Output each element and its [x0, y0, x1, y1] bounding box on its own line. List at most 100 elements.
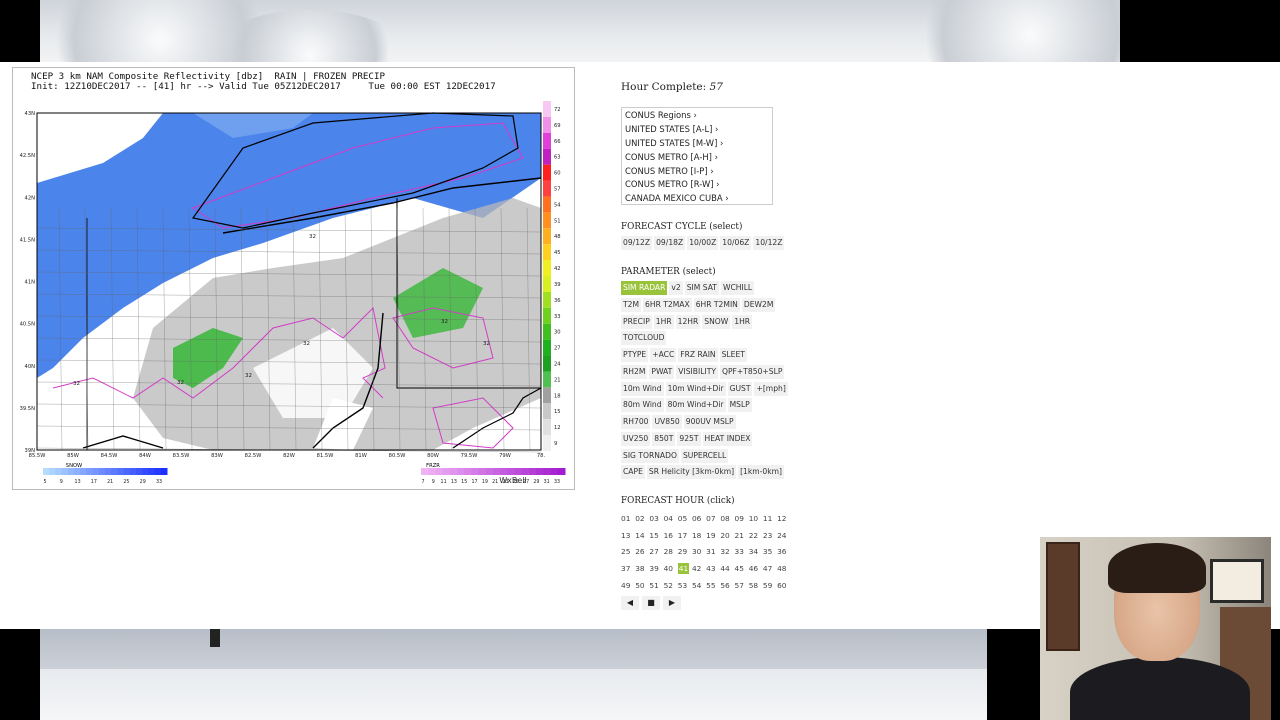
forecast-hour-cell[interactable]: 03 — [649, 511, 663, 528]
parameter-button[interactable]: CAPE — [621, 465, 645, 480]
forecast-hour-cell[interactable]: 53 — [678, 578, 692, 595]
parameter-button[interactable]: SUPERCELL — [680, 448, 729, 463]
parameter-button[interactable]: TOTCLOUD — [621, 331, 667, 346]
parameter-button[interactable]: PTYPE — [621, 348, 649, 362]
forecast-hour-cell[interactable]: 57 — [735, 578, 749, 595]
forecast-hour-cell[interactable]: 11 — [763, 511, 777, 528]
region-link[interactable]: UNITED STATES [M-W] › — [622, 137, 772, 151]
forecast-hour-cell[interactable]: 21 — [735, 528, 749, 545]
forecast-cycle-button[interactable]: 09/12Z — [621, 236, 653, 250]
parameter-button[interactable]: 6HR T2MIN — [693, 297, 740, 312]
parameter-button[interactable]: DEW2M — [741, 297, 776, 312]
parameter-button[interactable]: 10m Wind+Dir — [665, 381, 726, 396]
parameter-button[interactable]: 850T — [652, 431, 676, 446]
forecast-hour-cell[interactable]: 08 — [720, 511, 734, 528]
forecast-hour-cell[interactable]: 05 — [678, 511, 692, 528]
parameter-button[interactable]: SIG TORNADO — [621, 448, 679, 463]
forecast-hour-cell[interactable]: 42 — [692, 561, 706, 578]
region-link[interactable]: CANADA MEXICO CUBA › — [622, 192, 772, 206]
radar-map[interactable]: 32 32 32 32 32 32 32 43N 42.5N 42N 41.5N 41N 40.5N 40… — [13, 68, 574, 489]
parameter-button[interactable]: VISIBILITY — [676, 364, 718, 379]
parameter-button[interactable]: v2 — [669, 281, 683, 295]
forecast-hour-cell[interactable]: 45 — [735, 561, 749, 578]
forecast-hour-cell[interactable]: 55 — [706, 578, 720, 595]
forecast-hour-cell[interactable]: 01 — [621, 511, 635, 528]
region-link[interactable]: CONUS METRO [R-W] › — [622, 178, 772, 192]
forecast-hour-cell[interactable]: 43 — [706, 561, 720, 578]
forecast-hour-cell[interactable]: 31 — [706, 544, 720, 561]
forecast-cycle-button[interactable]: 10/12Z — [753, 236, 785, 250]
forecast-hour-cell[interactable]: 10 — [749, 511, 763, 528]
forecast-hour-cell[interactable]: 59 — [763, 578, 777, 595]
forecast-hour-cell[interactable]: 09 — [735, 511, 749, 528]
forecast-hour-cell[interactable]: 51 — [649, 578, 663, 595]
next-button[interactable]: ▶ — [663, 596, 681, 610]
forecast-cycle-button[interactable]: 09/18Z — [654, 236, 686, 250]
forecast-hour-cell[interactable]: 44 — [720, 561, 734, 578]
forecast-hour-cell[interactable]: 36 — [777, 544, 791, 561]
forecast-hour-cell[interactable]: 23 — [763, 528, 777, 545]
forecast-hour-cell[interactable]: 19 — [706, 528, 720, 545]
parameter-button[interactable]: SIM RADAR — [621, 281, 668, 295]
forecast-hour-cell[interactable]: 49 — [621, 578, 635, 595]
forecast-hour-cell[interactable]: 27 — [649, 544, 663, 561]
forecast-hour-cell[interactable]: 30 — [692, 544, 706, 561]
parameter-button[interactable]: 80m Wind — [621, 398, 664, 413]
forecast-hour-cell[interactable]: 33 — [735, 544, 749, 561]
parameter-button[interactable]: RH2M — [621, 364, 648, 379]
parameter-button[interactable]: PWAT — [649, 364, 675, 379]
forecast-hour-cell[interactable]: 41 — [677, 561, 692, 578]
forecast-hour-cell[interactable]: 54 — [692, 578, 706, 595]
forecast-hour-cell[interactable]: 22 — [749, 528, 763, 545]
forecast-hour-cell[interactable]: 20 — [720, 528, 734, 545]
region-link[interactable]: UNITED STATES [A-L] › — [622, 123, 772, 137]
forecast-cycle-button[interactable]: 10/06Z — [720, 236, 752, 250]
parameter-button[interactable]: +ACC — [650, 348, 677, 362]
parameter-button[interactable]: T2M — [621, 297, 642, 312]
forecast-hour-cell[interactable]: 58 — [749, 578, 763, 595]
stop-button[interactable]: ■ — [642, 596, 660, 610]
forecast-hour-cell[interactable]: 25 — [621, 544, 635, 561]
forecast-hour-cell[interactable]: 34 — [749, 544, 763, 561]
forecast-hour-cell[interactable]: 07 — [706, 511, 720, 528]
forecast-hour-cell[interactable]: 06 — [692, 511, 706, 528]
parameter-button[interactable]: FRZ RAIN — [678, 348, 718, 362]
forecast-hour-cell[interactable]: 02 — [635, 511, 649, 528]
forecast-hour-cell[interactable]: 38 — [635, 561, 649, 578]
parameter-button[interactable]: 1HR — [653, 314, 674, 329]
parameter-button[interactable]: 80m Wind+Dir — [665, 398, 726, 413]
forecast-hour-cell[interactable]: 28 — [664, 544, 678, 561]
parameter-button[interactable]: 10m Wind — [621, 381, 664, 396]
forecast-hour-cell[interactable]: 46 — [749, 561, 763, 578]
parameter-button[interactable]: 900UV MSLP — [683, 415, 736, 429]
parameter-button[interactable]: HEAT INDEX — [702, 431, 753, 446]
previous-button[interactable]: ◀ — [621, 596, 639, 610]
forecast-hour-cell[interactable]: 37 — [621, 561, 635, 578]
parameter-button[interactable]: 925T — [677, 431, 701, 446]
forecast-hour-cell[interactable]: 15 — [649, 528, 663, 545]
forecast-hour-cell[interactable]: 32 — [720, 544, 734, 561]
parameter-button[interactable]: RH700 — [621, 415, 651, 429]
parameter-button[interactable]: 6HR T2MAX — [643, 297, 692, 312]
forecast-hour-cell[interactable]: 18 — [692, 528, 706, 545]
forecast-hour-cell[interactable]: 56 — [720, 578, 734, 595]
forecast-hour-cell[interactable]: 16 — [664, 528, 678, 545]
forecast-hour-cell[interactable]: 17 — [678, 528, 692, 545]
forecast-hour-cell[interactable]: 14 — [635, 528, 649, 545]
parameter-button[interactable]: WCHILL — [720, 281, 755, 295]
forecast-hour-cell[interactable]: 12 — [777, 511, 791, 528]
forecast-hour-cell[interactable]: 40 — [664, 561, 678, 578]
parameter-button[interactable]: PRECIP — [621, 314, 652, 329]
parameter-button[interactable]: SLEET — [719, 348, 747, 362]
parameter-button[interactable]: QPF+T850+SLP — [720, 364, 785, 379]
parameter-button[interactable]: SIM SAT — [684, 281, 719, 295]
region-link[interactable]: CONUS Regions › — [622, 109, 772, 123]
parameter-button[interactable]: SR Helicity [3km-0km] — [646, 465, 737, 480]
parameter-button[interactable]: UV850 — [652, 415, 682, 429]
forecast-hour-cell[interactable]: 13 — [621, 528, 635, 545]
parameter-button[interactable]: UV250 — [621, 431, 651, 446]
region-link[interactable]: CONUS METRO [A-H] › — [622, 151, 772, 165]
forecast-hour-cell[interactable]: 26 — [635, 544, 649, 561]
forecast-hour-cell[interactable]: 04 — [664, 511, 678, 528]
parameter-button[interactable]: [1km-0km] — [738, 465, 784, 480]
